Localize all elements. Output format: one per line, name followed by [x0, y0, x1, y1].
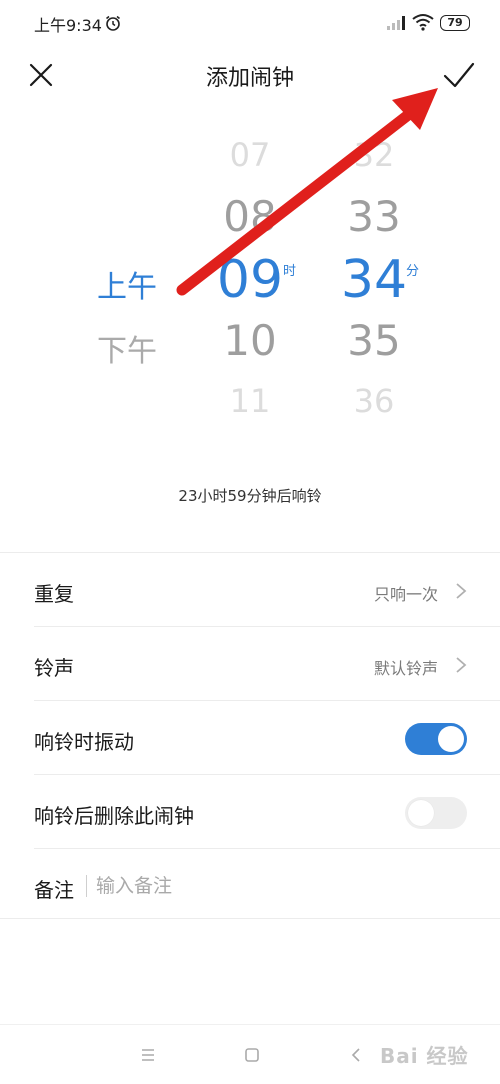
chevron-right-icon: [456, 657, 467, 673]
toggle-knob: [408, 800, 434, 826]
note-row: 备注: [0, 849, 500, 923]
wifi-icon: [412, 14, 434, 31]
status-time: 上午9:34: [34, 16, 102, 35]
menu-icon[interactable]: [136, 1043, 160, 1067]
time-picker[interactable]: 上午 下午 07 08 09 时 10 11 32 33 34 分 35 36: [0, 120, 500, 440]
ampm-option[interactable]: 下午: [95, 326, 159, 370]
vibrate-label: 响铃时振动: [34, 730, 134, 754]
ampm-selected[interactable]: 上午: [95, 262, 159, 306]
status-bar: 上午9:34 79: [0, 0, 500, 46]
chevron-right-icon: [456, 583, 467, 599]
minute-unit: 分: [406, 264, 420, 279]
header: 添加闹钟: [0, 46, 500, 106]
signal-icon: [387, 16, 405, 30]
hour-unit: 时: [283, 264, 297, 279]
delete-after-ring-row: 响铃后删除此闹钟: [0, 775, 500, 849]
vibrate-toggle[interactable]: [405, 723, 467, 755]
toggle-knob: [438, 726, 464, 752]
note-input[interactable]: [96, 867, 456, 905]
hour-option[interactable]: 11: [200, 382, 300, 420]
baidu-jingyan-watermark: Bai 经验: [380, 1032, 488, 1072]
page-title: 添加闹钟: [205, 66, 294, 91]
minute-option[interactable]: 36: [324, 382, 424, 420]
watermark-text: Bai 经验: [380, 1044, 469, 1068]
minute-selected[interactable]: 34: [324, 250, 424, 310]
hour-selected[interactable]: 09: [200, 250, 300, 310]
delete-after-ring-toggle[interactable]: [405, 797, 467, 829]
repeat-row[interactable]: 重复 只响一次: [0, 553, 500, 627]
repeat-label: 重复: [34, 582, 74, 606]
hour-option[interactable]: 08: [200, 192, 300, 241]
confirm-check-icon[interactable]: [440, 56, 478, 94]
vibrate-row: 响铃时振动: [0, 701, 500, 775]
repeat-value: 只响一次: [373, 585, 438, 604]
note-label: 备注: [34, 878, 74, 902]
delete-after-ring-label: 响铃后删除此闹钟: [34, 804, 194, 828]
hour-option[interactable]: 10: [200, 316, 300, 365]
battery-indicator: 79: [440, 15, 470, 31]
hour-option[interactable]: 07: [200, 136, 300, 174]
alarm-clock-icon: [106, 15, 120, 31]
section-divider: [0, 918, 500, 919]
ring-countdown-hint: 23小时59分钟后响铃: [178, 487, 322, 505]
ringtone-row[interactable]: 铃声 默认铃声: [0, 627, 500, 701]
note-separator: [86, 875, 87, 897]
minute-option[interactable]: 32: [324, 136, 424, 174]
ringtone-label: 铃声: [34, 656, 74, 680]
minute-option[interactable]: 35: [324, 316, 424, 365]
home-icon[interactable]: [240, 1043, 264, 1067]
ringtone-value: 默认铃声: [373, 659, 438, 678]
back-icon[interactable]: [344, 1043, 368, 1067]
minute-option[interactable]: 33: [324, 192, 424, 241]
